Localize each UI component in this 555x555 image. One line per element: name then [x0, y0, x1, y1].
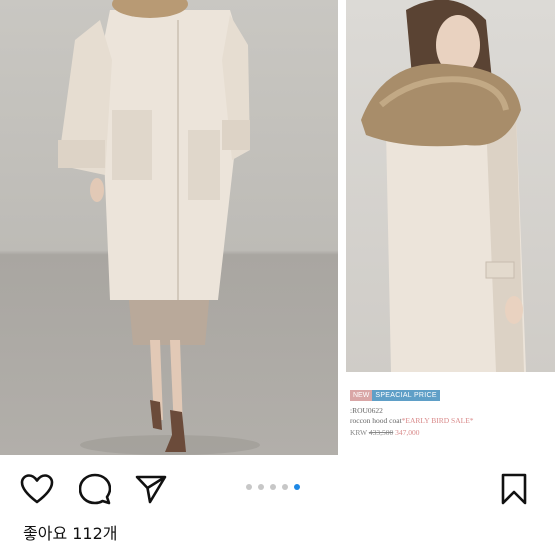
old-price: 433,500 — [368, 428, 394, 437]
comment-button[interactable] — [78, 472, 112, 506]
product-caption: NEW SPEACIAL PRICE :ROU0622 roccon hood … — [346, 372, 555, 455]
price-line: KRW 433,500 347,000 — [350, 428, 419, 437]
comment-bubble-icon — [79, 473, 111, 505]
model-photo-hood-closeup — [346, 0, 555, 372]
product-name-line: roccon hood coat*EARLY BIRD SALE* — [350, 416, 474, 425]
post-action-bar — [0, 455, 555, 520]
like-button[interactable] — [20, 472, 54, 506]
product-code: :ROU0622 — [350, 406, 383, 415]
special-price-badge: SPEACIAL PRICE — [372, 390, 440, 401]
hooded-model-illustration — [361, 0, 526, 372]
post-image-carousel[interactable]: NEW SPEACIAL PRICE :ROU0622 roccon hood … — [0, 0, 555, 455]
save-button[interactable] — [497, 472, 531, 506]
carousel-indicator — [246, 484, 300, 490]
carousel-dot[interactable] — [282, 484, 288, 490]
coat-model-illustration — [58, 0, 260, 455]
carousel-dot[interactable] — [258, 484, 264, 490]
sale-price: 347,000 — [395, 428, 420, 437]
bookmark-icon — [501, 473, 527, 505]
model-photo-full-length — [0, 0, 338, 455]
likes-count[interactable]: 좋아요 112개 — [23, 520, 118, 544]
paper-plane-icon — [135, 475, 167, 504]
sale-tag: *EARLY BIRD SALE* — [401, 416, 474, 425]
carousel-dot-active[interactable] — [294, 484, 300, 490]
carousel-dot[interactable] — [246, 484, 252, 490]
new-badge: NEW — [350, 390, 373, 401]
share-button[interactable] — [134, 472, 168, 506]
currency-label: KRW — [350, 428, 367, 437]
carousel-dot[interactable] — [270, 484, 276, 490]
badge-row: NEW SPEACIAL PRICE — [350, 390, 440, 401]
product-name: roccon hood coat — [350, 416, 402, 425]
heart-icon — [20, 474, 54, 504]
